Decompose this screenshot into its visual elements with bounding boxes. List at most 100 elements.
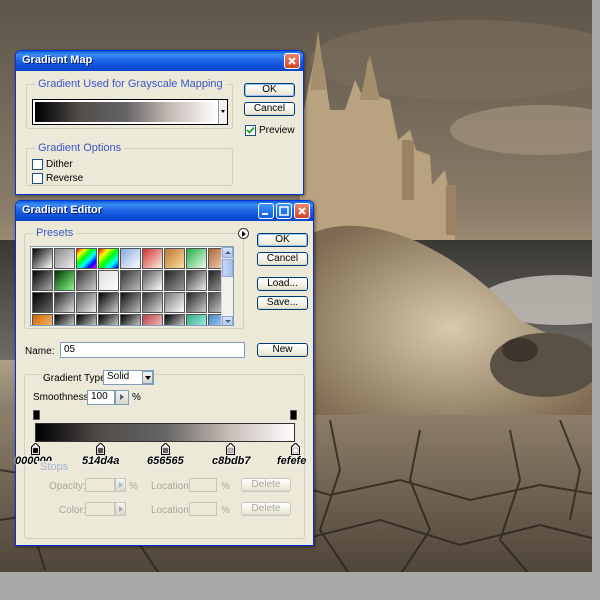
- presets-title: Presets: [33, 227, 77, 240]
- ok-button[interactable]: OK: [257, 233, 308, 247]
- preset-swatch[interactable]: [120, 248, 141, 269]
- gradient-preview: [35, 102, 217, 122]
- chevron-right-icon: [242, 231, 246, 237]
- preset-swatch[interactable]: [142, 248, 163, 269]
- presets-menu-button[interactable]: [238, 228, 249, 239]
- dither-label: Dither: [46, 159, 73, 170]
- gradient-editor-titlebar[interactable]: Gradient Editor: [16, 201, 313, 221]
- name-field[interactable]: 05: [60, 342, 245, 358]
- preset-swatch[interactable]: [142, 314, 163, 325]
- maximize-icon: [279, 206, 289, 216]
- preset-swatch[interactable]: [54, 248, 75, 269]
- color-location-unit: %: [221, 505, 230, 516]
- preset-swatch[interactable]: [76, 292, 97, 313]
- color-delete-button: Delete: [241, 502, 291, 516]
- preset-swatch[interactable]: [164, 314, 185, 325]
- preset-swatch[interactable]: [186, 248, 207, 269]
- opacity-stop-left[interactable]: [33, 410, 40, 420]
- preset-swatch[interactable]: [32, 292, 53, 313]
- gradient-bar[interactable]: [35, 423, 295, 442]
- opacity-label: Opacity:: [49, 481, 86, 492]
- scroll-thumb[interactable]: [222, 259, 233, 277]
- preset-swatch[interactable]: [76, 314, 97, 325]
- preset-swatch[interactable]: [98, 292, 119, 313]
- load-button[interactable]: Load...: [257, 277, 308, 291]
- preset-swatch[interactable]: [98, 248, 119, 269]
- color-stops-track: 000000 514d4a 656565 c8bdb7 fefefe: [15, 442, 306, 473]
- gradient-map-titlebar[interactable]: Gradient Map: [16, 51, 303, 71]
- color-stop-label: 514d4a: [82, 455, 120, 467]
- color-stop-514d4a[interactable]: [96, 442, 105, 455]
- preset-swatch[interactable]: [120, 270, 141, 291]
- save-button[interactable]: Save...: [257, 296, 308, 310]
- ok-button[interactable]: OK: [244, 83, 295, 97]
- preset-swatch[interactable]: [54, 270, 75, 291]
- preset-swatch[interactable]: [98, 270, 119, 291]
- preset-swatch[interactable]: [76, 248, 97, 269]
- color-stop-fefefe[interactable]: [291, 442, 300, 455]
- chevron-right-icon: [119, 482, 123, 488]
- new-button[interactable]: New: [257, 343, 308, 357]
- canvas-frame-bottom: [0, 572, 600, 600]
- preset-swatch[interactable]: [164, 270, 185, 291]
- color-stop-000000[interactable]: [31, 442, 40, 455]
- gradient-map-dialog: Gradient Map Gradient Used for Grayscale…: [15, 50, 304, 195]
- minimize-button[interactable]: [258, 203, 274, 219]
- gradient-map-title: Gradient Map: [22, 54, 93, 66]
- preset-swatch[interactable]: [54, 314, 75, 325]
- chevron-down-icon: [145, 376, 151, 380]
- cancel-button[interactable]: Cancel: [257, 252, 308, 266]
- reverse-checkbox[interactable]: [32, 173, 43, 184]
- preset-swatch[interactable]: [98, 314, 119, 325]
- scroll-up-button[interactable]: [222, 247, 233, 258]
- color-menu-button: [115, 502, 126, 516]
- preview-checkbox[interactable]: [245, 125, 256, 136]
- color-stop-c8bdb7[interactable]: [226, 442, 235, 455]
- close-button[interactable]: [284, 53, 300, 69]
- preset-swatch[interactable]: [32, 270, 53, 291]
- preset-swatch[interactable]: [186, 292, 207, 313]
- smoothness-field[interactable]: 100: [87, 390, 115, 405]
- preset-swatch[interactable]: [76, 270, 97, 291]
- close-icon: [298, 207, 306, 215]
- gradient-type-select[interactable]: Solid: [103, 370, 154, 385]
- preset-swatch[interactable]: [54, 292, 75, 313]
- preset-swatch[interactable]: [32, 248, 53, 269]
- presets-list[interactable]: [30, 246, 234, 326]
- chevron-right-icon: [119, 506, 123, 512]
- close-button[interactable]: [294, 203, 310, 219]
- maximize-button[interactable]: [276, 203, 292, 219]
- opacity-location-field: [189, 478, 217, 492]
- presets-group: Presets: [24, 227, 249, 329]
- dither-checkbox[interactable]: [32, 159, 43, 170]
- canvas-frame-right: [592, 0, 600, 600]
- chevron-down-icon: [225, 320, 231, 323]
- scroll-down-button[interactable]: [222, 316, 233, 325]
- dropdown-arrow-button[interactable]: [218, 100, 227, 124]
- gradient-preview-dropdown[interactable]: [32, 99, 228, 125]
- color-stop-656565[interactable]: [161, 442, 170, 455]
- preset-swatch[interactable]: [164, 292, 185, 313]
- preset-swatch[interactable]: [142, 292, 163, 313]
- cancel-button[interactable]: Cancel: [244, 102, 295, 116]
- preset-swatch[interactable]: [164, 248, 185, 269]
- options-group: Gradient Options Dither Reverse: [26, 142, 233, 186]
- color-stop-label: fefefe: [277, 455, 307, 467]
- options-group-title: Gradient Options: [35, 142, 125, 155]
- preset-swatch[interactable]: [120, 292, 141, 313]
- preset-swatch[interactable]: [120, 314, 141, 325]
- gradient-type-arrow[interactable]: [142, 371, 153, 384]
- color-location-field: [189, 502, 217, 516]
- presets-scrollbar[interactable]: [221, 247, 233, 325]
- reverse-label: Reverse: [46, 173, 84, 184]
- preset-swatch[interactable]: [186, 314, 207, 325]
- preset-swatch[interactable]: [32, 314, 53, 325]
- preset-swatch[interactable]: [142, 270, 163, 291]
- gradient-settings-group: Gradient Type: Solid Smoothness: 100 % 0…: [15, 370, 306, 539]
- opacity-unit: %: [129, 481, 138, 492]
- opacity-stop-right[interactable]: [290, 410, 297, 420]
- smoothness-slider-button[interactable]: [115, 390, 129, 405]
- opacity-field: [85, 478, 115, 492]
- chevron-down-icon: [221, 110, 225, 113]
- preset-swatch[interactable]: [186, 270, 207, 291]
